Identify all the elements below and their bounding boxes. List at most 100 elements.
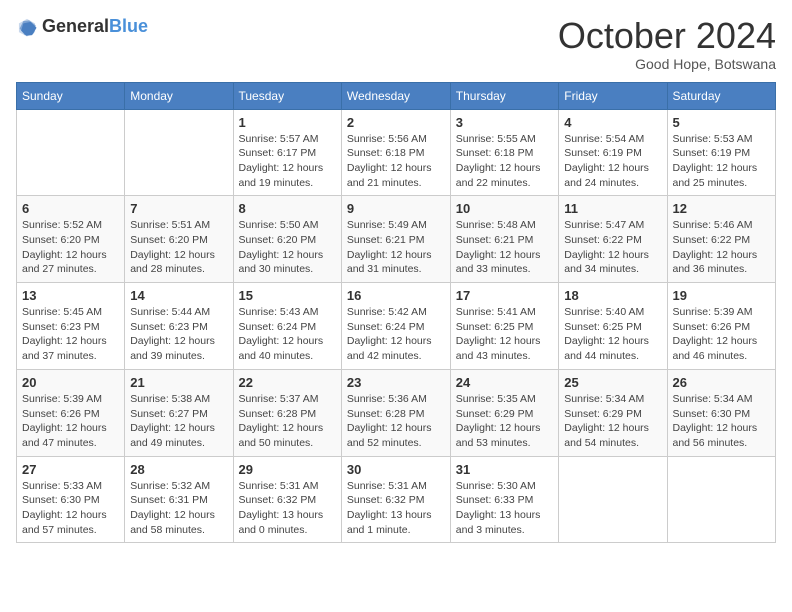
day-info: Sunrise: 5:40 AM Sunset: 6:25 PM Dayligh… [564,305,661,364]
calendar-cell: 4Sunrise: 5:54 AM Sunset: 6:19 PM Daylig… [559,109,667,196]
day-info: Sunrise: 5:55 AM Sunset: 6:18 PM Dayligh… [456,132,554,191]
month-title: October 2024 [558,16,776,56]
header: GeneralBlue October 2024 Good Hope, Bots… [16,16,776,72]
day-info: Sunrise: 5:31 AM Sunset: 6:32 PM Dayligh… [239,479,336,538]
day-info: Sunrise: 5:34 AM Sunset: 6:30 PM Dayligh… [673,392,771,451]
calendar-cell: 5 Sunrise: 5:53 AM Sunset: 6:19 PM Daylig… [667,109,776,196]
day-info: Sunrise: 5:35 AM Sunset: 6:29 PM Dayligh… [456,392,554,451]
calendar-table: SundayMondayTuesdayWednesdayThursdayFrid… [16,82,776,544]
day-number: 4 [564,115,661,130]
calendar-cell: 27 Sunrise: 5:33 AM Sunset: 6:30 PM Dayli… [17,456,125,543]
day-number: 17 [456,288,554,303]
title-area: October 2024 Good Hope, Botswana [558,16,776,72]
day-number: 7 [130,201,227,216]
day-info: Sunrise: 5:37 AM Sunset: 6:28 PM Dayligh… [239,392,336,451]
day-info: Sunrise: 5:53 AM Sunset: 6:19 PM Dayligh… [673,132,771,191]
day-number: 13 [22,288,119,303]
calendar-cell: 16 Sunrise: 5:42 AM Sunset: 6:24 PM Dayli… [341,283,450,370]
day-number: 28 [130,462,227,477]
calendar-cell: 11Sunrise: 5:47 AM Sunset: 6:22 PM Dayli… [559,196,667,283]
day-info: Sunrise: 5:31 AM Sunset: 6:32 PM Dayligh… [347,479,445,538]
calendar-cell: 7 Sunrise: 5:51 AM Sunset: 6:20 PM Daylig… [125,196,233,283]
location-title: Good Hope, Botswana [558,56,776,72]
calendar-cell: 28 Sunrise: 5:32 AM Sunset: 6:31 PM Dayli… [125,456,233,543]
day-info: Sunrise: 5:49 AM Sunset: 6:21 PM Dayligh… [347,218,445,277]
calendar-cell: 19 Sunrise: 5:39 AM Sunset: 6:26 PM Dayli… [667,283,776,370]
day-number: 18 [564,288,661,303]
day-info: Sunrise: 5:42 AM Sunset: 6:24 PM Dayligh… [347,305,445,364]
day-number: 22 [239,375,336,390]
day-number: 23 [347,375,445,390]
calendar-cell: 9Sunrise: 5:49 AM Sunset: 6:21 PM Daylig… [341,196,450,283]
calendar-cell: 8 Sunrise: 5:50 AM Sunset: 6:20 PM Daylig… [233,196,341,283]
day-info: Sunrise: 5:32 AM Sunset: 6:31 PM Dayligh… [130,479,227,538]
calendar-cell [559,456,667,543]
calendar-cell: 15 Sunrise: 5:43 AM Sunset: 6:24 PM Dayli… [233,283,341,370]
day-info: Sunrise: 5:51 AM Sunset: 6:20 PM Dayligh… [130,218,227,277]
calendar-cell: 1Sunrise: 5:57 AM Sunset: 6:17 PM Daylig… [233,109,341,196]
day-number: 21 [130,375,227,390]
day-number: 25 [564,375,661,390]
day-info: Sunrise: 5:34 AM Sunset: 6:29 PM Dayligh… [564,392,661,451]
calendar-cell: 21Sunrise: 5:38 AM Sunset: 6:27 PM Dayli… [125,369,233,456]
day-info: Sunrise: 5:41 AM Sunset: 6:25 PM Dayligh… [456,305,554,364]
calendar-week-row: 20 Sunrise: 5:39 AM Sunset: 6:26 PM Dayli… [17,369,776,456]
day-info: Sunrise: 5:33 AM Sunset: 6:30 PM Dayligh… [22,479,119,538]
calendar-cell: 10 Sunrise: 5:48 AM Sunset: 6:21 PM Dayli… [450,196,559,283]
calendar-cell: 26Sunrise: 5:34 AM Sunset: 6:30 PM Dayli… [667,369,776,456]
day-info: Sunrise: 5:43 AM Sunset: 6:24 PM Dayligh… [239,305,336,364]
day-info: Sunrise: 5:36 AM Sunset: 6:28 PM Dayligh… [347,392,445,451]
day-info: Sunrise: 5:46 AM Sunset: 6:22 PM Dayligh… [673,218,771,277]
calendar-cell: 25 Sunrise: 5:34 AM Sunset: 6:29 PM Dayli… [559,369,667,456]
day-number: 20 [22,375,119,390]
day-number: 19 [673,288,771,303]
day-number: 10 [456,201,554,216]
logo-icon [16,16,38,38]
logo: GeneralBlue [16,16,148,38]
day-info: Sunrise: 5:52 AM Sunset: 6:20 PM Dayligh… [22,218,119,277]
calendar-cell [667,456,776,543]
calendar-header-monday: Monday [125,82,233,109]
calendar-header-row: SundayMondayTuesdayWednesdayThursdayFrid… [17,82,776,109]
calendar-cell: 29 Sunrise: 5:31 AM Sunset: 6:32 PM Dayli… [233,456,341,543]
day-number: 8 [239,201,336,216]
day-number: 12 [673,201,771,216]
calendar-cell [17,109,125,196]
day-info: Sunrise: 5:39 AM Sunset: 6:26 PM Dayligh… [673,305,771,364]
day-number: 29 [239,462,336,477]
calendar-week-row: 27 Sunrise: 5:33 AM Sunset: 6:30 PM Dayli… [17,456,776,543]
day-info: Sunrise: 5:39 AM Sunset: 6:26 PM Dayligh… [22,392,119,451]
day-number: 31 [456,462,554,477]
day-info: Sunrise: 5:48 AM Sunset: 6:21 PM Dayligh… [456,218,554,277]
day-number: 5 [673,115,771,130]
day-info: Sunrise: 5:44 AM Sunset: 6:23 PM Dayligh… [130,305,227,364]
calendar-cell: 23 Sunrise: 5:36 AM Sunset: 6:28 PM Dayli… [341,369,450,456]
logo-text: GeneralBlue [42,17,148,37]
day-number: 30 [347,462,445,477]
day-number: 11 [564,201,661,216]
day-number: 6 [22,201,119,216]
day-number: 16 [347,288,445,303]
calendar-header-saturday: Saturday [667,82,776,109]
calendar-cell: 20 Sunrise: 5:39 AM Sunset: 6:26 PM Dayli… [17,369,125,456]
day-info: Sunrise: 5:50 AM Sunset: 6:20 PM Dayligh… [239,218,336,277]
day-info: Sunrise: 5:30 AM Sunset: 6:33 PM Dayligh… [456,479,554,538]
calendar-cell: 17 Sunrise: 5:41 AM Sunset: 6:25 PM Dayli… [450,283,559,370]
day-info: Sunrise: 5:45 AM Sunset: 6:23 PM Dayligh… [22,305,119,364]
calendar-cell: 3Sunrise: 5:55 AM Sunset: 6:18 PM Daylig… [450,109,559,196]
calendar-cell: 18 Sunrise: 5:40 AM Sunset: 6:25 PM Dayli… [559,283,667,370]
calendar-header-wednesday: Wednesday [341,82,450,109]
calendar-cell: 6 Sunrise: 5:52 AM Sunset: 6:20 PM Daylig… [17,196,125,283]
calendar-header-tuesday: Tuesday [233,82,341,109]
calendar-cell: 12 Sunrise: 5:46 AM Sunset: 6:22 PM Dayli… [667,196,776,283]
day-number: 27 [22,462,119,477]
day-number: 2 [347,115,445,130]
calendar-cell: 24Sunrise: 5:35 AM Sunset: 6:29 PM Dayli… [450,369,559,456]
day-info: Sunrise: 5:57 AM Sunset: 6:17 PM Dayligh… [239,132,336,191]
day-number: 15 [239,288,336,303]
calendar-cell: 22 Sunrise: 5:37 AM Sunset: 6:28 PM Dayli… [233,369,341,456]
calendar-cell: 30 Sunrise: 5:31 AM Sunset: 6:32 PM Dayli… [341,456,450,543]
calendar-header-friday: Friday [559,82,667,109]
calendar-cell: 13 Sunrise: 5:45 AM Sunset: 6:23 PM Dayli… [17,283,125,370]
calendar-cell: 2Sunrise: 5:56 AM Sunset: 6:18 PM Daylig… [341,109,450,196]
